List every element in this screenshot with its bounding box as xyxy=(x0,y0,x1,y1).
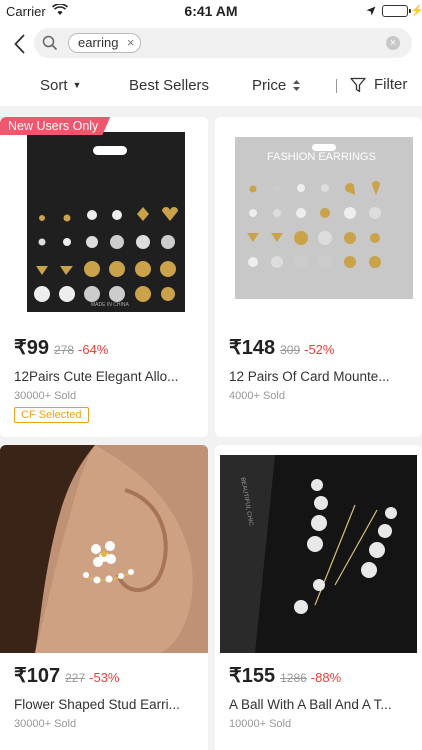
product-image xyxy=(0,445,208,653)
product-info: ₹107 227 -53% Flower Shaped Stud Earri... … xyxy=(14,663,200,730)
card-print-text: FASHION EARRINGS xyxy=(267,151,376,163)
charging-icon: ⚡ xyxy=(410,5,422,17)
original-price: 1286 xyxy=(280,671,307,685)
price-row: ₹99 278 -64% xyxy=(14,335,200,360)
search-query-text: earring xyxy=(78,35,119,50)
best-sellers-label: Best Sellers xyxy=(129,77,210,94)
price-row: ₹148 309 -52% xyxy=(229,335,414,360)
discount: -52% xyxy=(304,342,335,357)
caret-down-icon: ▼ xyxy=(72,80,82,90)
price-row: ₹107 227 -53% xyxy=(14,663,200,688)
original-price: 278 xyxy=(53,343,75,357)
discount: -53% xyxy=(89,670,120,685)
product-card[interactable]: ₹107 227 -53% Flower Shaped Stud Earri... … xyxy=(0,445,208,750)
search-icon xyxy=(42,35,58,51)
price-row: ₹155 1286 -88% xyxy=(229,663,414,688)
sold-count: 30000+ Sold xyxy=(14,390,77,402)
battery-icon xyxy=(382,5,411,17)
product-title: 12Pairs Cute Elegant Allo... xyxy=(14,369,179,384)
price-sort-tab[interactable]: Price xyxy=(252,77,301,94)
card-print-text: MADE IN CHINA xyxy=(91,302,129,308)
discount: -64% xyxy=(78,342,109,357)
search-header: earring × × xyxy=(0,22,422,66)
discount: -88% xyxy=(310,670,342,685)
product-info: ₹148 309 -52% 12 Pairs Of Card Mounte... 4… xyxy=(229,335,414,402)
divider xyxy=(336,79,337,93)
price: ₹107 xyxy=(14,665,61,687)
price: ₹148 xyxy=(229,337,276,359)
sort-arrows-icon xyxy=(293,80,301,91)
product-title: 12 Pairs Of Card Mounte... xyxy=(229,369,390,384)
location-icon xyxy=(366,4,376,19)
search-query-chip[interactable]: earring × xyxy=(68,33,142,53)
clear-search-button[interactable]: × xyxy=(386,36,400,50)
product-title: Flower Shaped Stud Earri... xyxy=(14,697,180,712)
new-users-tag: New Users Only xyxy=(0,117,110,135)
product-image: FASHION EARRINGS xyxy=(215,117,422,324)
product-card[interactable]: MADE IN CHINA New Users Only ₹99 278 -64% … xyxy=(0,117,208,437)
sort-label: Sort xyxy=(40,77,68,94)
filter-label: Filter xyxy=(374,76,408,93)
product-card[interactable]: FASHION EARRINGS ₹148 309 -52% 12 Pairs Of… xyxy=(215,117,422,437)
search-input[interactable]: earring × × xyxy=(34,28,412,58)
product-card[interactable]: BEAUTIFUL CHIC ₹155 1286 -88% A Ball With … xyxy=(215,445,422,750)
best-sellers-tab[interactable]: Best Sellers xyxy=(129,77,209,94)
price: ₹155 xyxy=(229,665,276,687)
sort-dropdown[interactable]: Sort ▼ xyxy=(40,77,81,94)
sold-count: 10000+ Sold xyxy=(229,718,292,730)
product-image: MADE IN CHINA xyxy=(0,117,208,324)
back-button[interactable] xyxy=(8,30,30,58)
filter-button[interactable]: Filter xyxy=(350,76,407,93)
clock: 6:41 AM xyxy=(184,3,238,19)
sold-count: 4000+ Sold xyxy=(229,390,285,402)
original-price: 227 xyxy=(65,671,86,685)
sort-bar: Sort ▼ Best Sellers Price Filter xyxy=(0,66,422,106)
filter-icon xyxy=(350,77,366,92)
remove-chip-icon[interactable]: × xyxy=(127,34,135,52)
sold-count: 30000+ Sold xyxy=(14,718,77,730)
product-title: A Ball With A Ball And A T... xyxy=(229,697,392,712)
status-bar: Carrier 6:41 AM ⚡ xyxy=(0,0,422,22)
price-label: Price xyxy=(252,77,287,94)
product-info: ₹155 1286 -88% A Ball With A Ball And A T.… xyxy=(229,663,414,730)
product-image: BEAUTIFUL CHIC xyxy=(215,445,422,653)
cf-selected-badge: CF Selected xyxy=(14,407,89,423)
original-price: 309 xyxy=(280,343,301,357)
product-info: ₹99 278 -64% 12Pairs Cute Elegant Allo... … xyxy=(14,335,200,423)
chevron-left-icon xyxy=(13,34,25,54)
price: ₹99 xyxy=(14,337,49,359)
